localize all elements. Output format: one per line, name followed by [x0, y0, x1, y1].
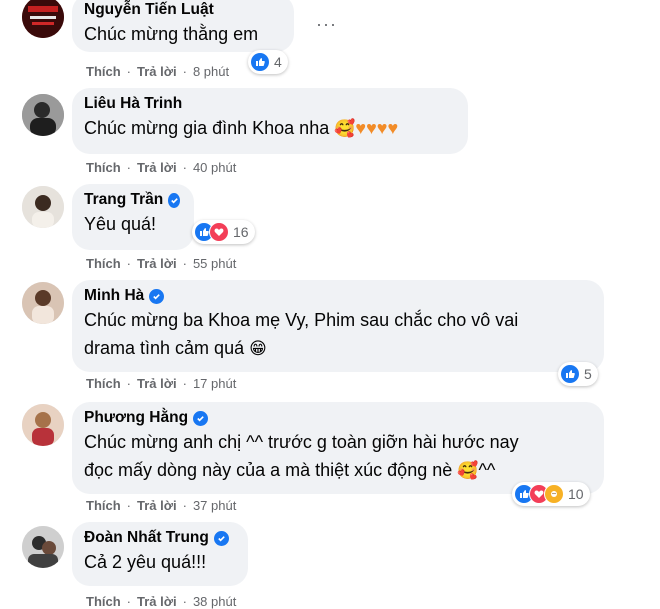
comment-bubble: Nguyễn Tiến Luật Chúc mừng thằng em: [72, 0, 294, 52]
like-link[interactable]: Thích: [86, 160, 121, 175]
comment-bubble: Đoàn Nhất Trung Cả 2 yêu quá!!!: [72, 522, 248, 586]
reactions-summary[interactable]: 5: [558, 362, 598, 386]
avatar-image-icon: [22, 282, 64, 324]
timestamp[interactable]: 55 phút: [193, 256, 236, 271]
reaction-count: 5: [584, 366, 592, 382]
commenter-name[interactable]: Liêu Hà Trinh: [84, 94, 454, 114]
avatar[interactable]: [22, 0, 64, 38]
comment-actions: Thích · Trả lời · 8 phút: [86, 64, 230, 79]
reply-link[interactable]: Trả lời: [137, 160, 177, 175]
avatar-image-icon: [22, 404, 64, 446]
comment-bubble: Minh Hà Chúc mừng ba Khoa mẹ Vy, Phim sa…: [72, 280, 604, 372]
timestamp[interactable]: 37 phút: [193, 498, 236, 513]
comment-text-line-1: Chúc mừng ba Khoa mẹ Vy, Phim sau chắc c…: [84, 310, 519, 330]
reactions-summary[interactable]: 16: [192, 220, 255, 244]
avatar-image-icon: [22, 526, 64, 568]
reaction-count: 4: [274, 54, 282, 70]
reply-link[interactable]: Trả lời: [137, 256, 177, 271]
comment-text: Yêu quá!: [84, 214, 157, 234]
avatar-image-icon: [22, 186, 64, 228]
verified-badge-icon: [168, 192, 180, 208]
comment-text-line-2: đọc mấy dòng này của a mà thiệt xúc động…: [84, 460, 496, 480]
timestamp[interactable]: 17 phút: [193, 376, 236, 391]
avatar-image-icon: [22, 94, 64, 136]
reaction-count: 16: [233, 224, 249, 240]
avatar[interactable]: [22, 404, 64, 446]
comment-text: Chúc mừng gia đình Khoa nha 🥰♥♥♥♥: [84, 118, 399, 138]
comment-bubble: Trang Trần Yêu quá!: [72, 184, 194, 250]
comment-text: Chúc mừng thằng em: [84, 24, 259, 44]
like-reaction-icon: [250, 52, 270, 72]
love-reaction-icon: [209, 222, 229, 242]
commenter-name[interactable]: Đoàn Nhất Trung: [84, 528, 234, 548]
commenter-name[interactable]: Nguyễn Tiến Luật: [84, 0, 280, 20]
comment-bubble: Phương Hằng Chúc mừng anh chị ^^ trước g…: [72, 402, 604, 494]
grinning-face-icon: 😁: [249, 339, 267, 358]
reaction-count: 10: [568, 486, 584, 502]
reactions-summary[interactable]: 10: [512, 482, 590, 506]
care-reaction-icon: [544, 484, 564, 504]
comment-text-line-2: drama tình cảm quá 😁: [84, 338, 267, 358]
like-reaction-icon: [560, 364, 580, 384]
comment-text: Cả 2 yêu quá!!!: [84, 552, 207, 572]
more-options-button[interactable]: ···: [316, 14, 337, 35]
avatar[interactable]: [22, 186, 64, 228]
commenter-name[interactable]: Trang Trần: [84, 190, 180, 210]
comment-text-line-1: Chúc mừng anh chị ^^ trước g toàn giỡn h…: [84, 432, 519, 452]
comment-bubble: Liêu Hà Trinh Chúc mừng gia đình Khoa nh…: [72, 88, 468, 154]
timestamp[interactable]: 40 phút: [193, 160, 236, 175]
like-link[interactable]: Thích: [86, 256, 121, 271]
comment-actions: Thích · Trả lời · 55 phút: [86, 256, 237, 271]
reply-link[interactable]: Trả lời: [137, 498, 177, 513]
avatar[interactable]: [22, 282, 64, 324]
commenter-name[interactable]: Phương Hằng: [84, 408, 590, 428]
reply-link[interactable]: Trả lời: [137, 64, 177, 79]
comment-actions: Thích · Trả lời · 40 phút: [86, 160, 237, 175]
orange-heart-icon: ♥♥♥♥: [355, 118, 399, 138]
comment-actions: Thích · Trả lời · 17 phút: [86, 376, 237, 391]
reply-link[interactable]: Trả lời: [137, 376, 177, 391]
reactions-summary[interactable]: 4: [248, 50, 288, 74]
verified-badge-icon: [193, 410, 209, 426]
like-link[interactable]: Thích: [86, 376, 121, 391]
verified-badge-icon: [213, 530, 229, 546]
like-link[interactable]: Thích: [86, 64, 121, 79]
like-link[interactable]: Thích: [86, 498, 121, 513]
verified-badge-icon: [149, 288, 165, 304]
commenter-name[interactable]: Minh Hà: [84, 286, 590, 306]
avatar[interactable]: [22, 94, 64, 136]
avatar[interactable]: [22, 526, 64, 568]
smiling-face-with-hearts-icon: 🥰: [334, 119, 356, 138]
comment-actions: Thích · Trả lời · 37 phút: [86, 498, 237, 513]
timestamp[interactable]: 8 phút: [193, 64, 229, 79]
avatar-image-icon: [22, 0, 64, 38]
smiling-face-with-hearts-icon: 🥰: [457, 461, 479, 480]
